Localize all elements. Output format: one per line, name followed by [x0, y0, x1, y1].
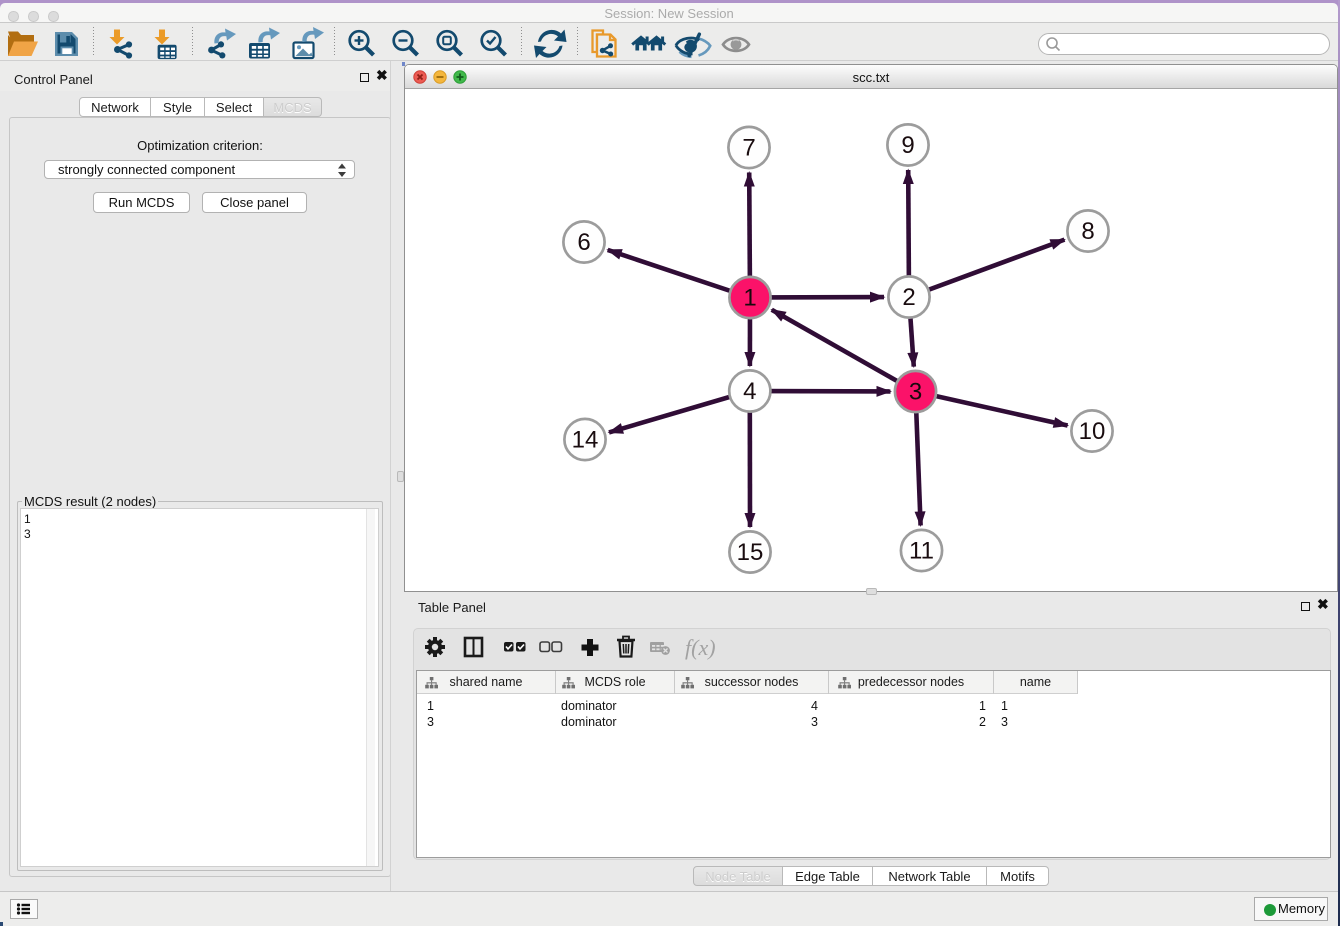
- svg-text:1: 1: [743, 285, 756, 312]
- svg-text:4: 4: [743, 378, 756, 405]
- svg-text:3: 3: [909, 379, 922, 406]
- svg-text:14: 14: [572, 427, 599, 454]
- svg-text:2: 2: [902, 284, 915, 311]
- svg-text:6: 6: [577, 229, 590, 256]
- svg-text:f(x): f(x): [685, 635, 716, 660]
- svg-text:9: 9: [901, 132, 914, 159]
- svg-text:11: 11: [909, 538, 934, 565]
- svg-text:8: 8: [1081, 218, 1094, 245]
- svg-text:7: 7: [742, 135, 755, 162]
- svg-text:15: 15: [737, 539, 764, 566]
- svg-text:10: 10: [1079, 418, 1106, 445]
